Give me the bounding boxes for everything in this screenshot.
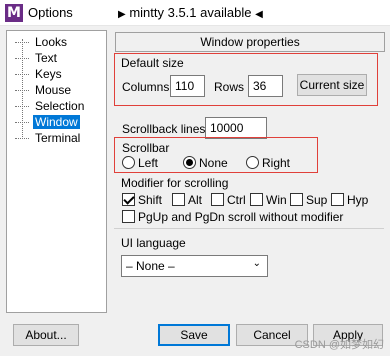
scrollbar-left-label: Left	[138, 156, 159, 170]
chevron-down-icon: ⌄	[252, 258, 261, 269]
pgup-pgdn-label: PgUp and PgDn scroll without modifier	[138, 210, 344, 224]
scrollback-input[interactable]: 10000	[205, 117, 267, 139]
current-size-button[interactable]: Current size	[297, 74, 367, 96]
pgup-pgdn-checkbox[interactable]	[122, 210, 135, 223]
default-size-title: Default size	[121, 56, 184, 70]
tree-item-window[interactable]: Window	[15, 115, 80, 130]
mintty-logo-icon: M	[5, 4, 23, 22]
modifier-hyp-checkbox[interactable]	[331, 193, 344, 206]
tree-item-looks[interactable]: Looks	[15, 35, 69, 50]
scrollbar-title: Scrollbar	[122, 141, 170, 155]
tree-item-terminal[interactable]: Terminal	[15, 131, 82, 146]
tree-item-selection[interactable]: Selection	[15, 99, 86, 114]
tree-item-keys[interactable]: Keys	[15, 67, 64, 82]
scrollbar-left-radio[interactable]	[122, 156, 135, 169]
columns-input[interactable]: 110	[170, 75, 205, 97]
modifier-shift-label: Shift	[138, 193, 163, 207]
modifier-shift-checkbox[interactable]	[122, 193, 135, 206]
modifier-win-checkbox[interactable]	[250, 193, 263, 206]
ui-language-title: UI language	[121, 236, 186, 250]
modifier-ctrl-label: Ctrl	[227, 193, 246, 207]
category-tree[interactable]: Looks Text Keys Mouse Selection Window T…	[6, 30, 107, 313]
scrollback-label: Scrollback lines	[122, 122, 206, 136]
window-title: Options	[28, 5, 73, 20]
about-button[interactable]: About...	[13, 324, 79, 346]
scrollbar-none-label: None	[199, 156, 228, 170]
rows-input[interactable]: 36	[248, 75, 283, 97]
scrollbar-right-label: Right	[262, 156, 291, 170]
tree-item-mouse[interactable]: Mouse	[15, 83, 73, 98]
panel-header: Window properties	[115, 32, 385, 52]
ui-language-select[interactable]: – None – ⌄	[121, 255, 268, 277]
update-notice[interactable]: ▶ mintty 3.5.1 available ◀	[118, 5, 263, 20]
modifier-title: Modifier for scrolling	[121, 176, 229, 190]
title-bar: M Options ▶ mintty 3.5.1 available ◀	[0, 0, 390, 26]
modifier-sup-checkbox[interactable]	[290, 193, 303, 206]
scrollbar-none-radio[interactable]	[183, 156, 196, 169]
triangle-left-icon: ◀	[255, 9, 263, 20]
modifier-alt-label: Alt	[188, 193, 203, 207]
modifier-alt-checkbox[interactable]	[172, 193, 185, 206]
modifier-win-label: Win	[266, 193, 287, 207]
triangle-right-icon: ▶	[118, 9, 126, 20]
ui-language-value: – None –	[126, 259, 175, 273]
update-notice-text: mintty 3.5.1 available	[129, 5, 252, 20]
watermark: CSDN @如梦如幻	[294, 339, 384, 351]
modifier-ctrl-checkbox[interactable]	[211, 193, 224, 206]
separator	[114, 228, 384, 229]
modifier-sup-label: Sup	[306, 193, 328, 207]
save-button[interactable]: Save	[158, 324, 230, 346]
columns-label: Columns	[122, 80, 170, 94]
rows-label: Rows	[214, 80, 245, 94]
tree-item-text[interactable]: Text	[15, 51, 59, 66]
scrollbar-right-radio[interactable]	[246, 156, 259, 169]
modifier-hyp-label: Hyp	[347, 193, 369, 207]
